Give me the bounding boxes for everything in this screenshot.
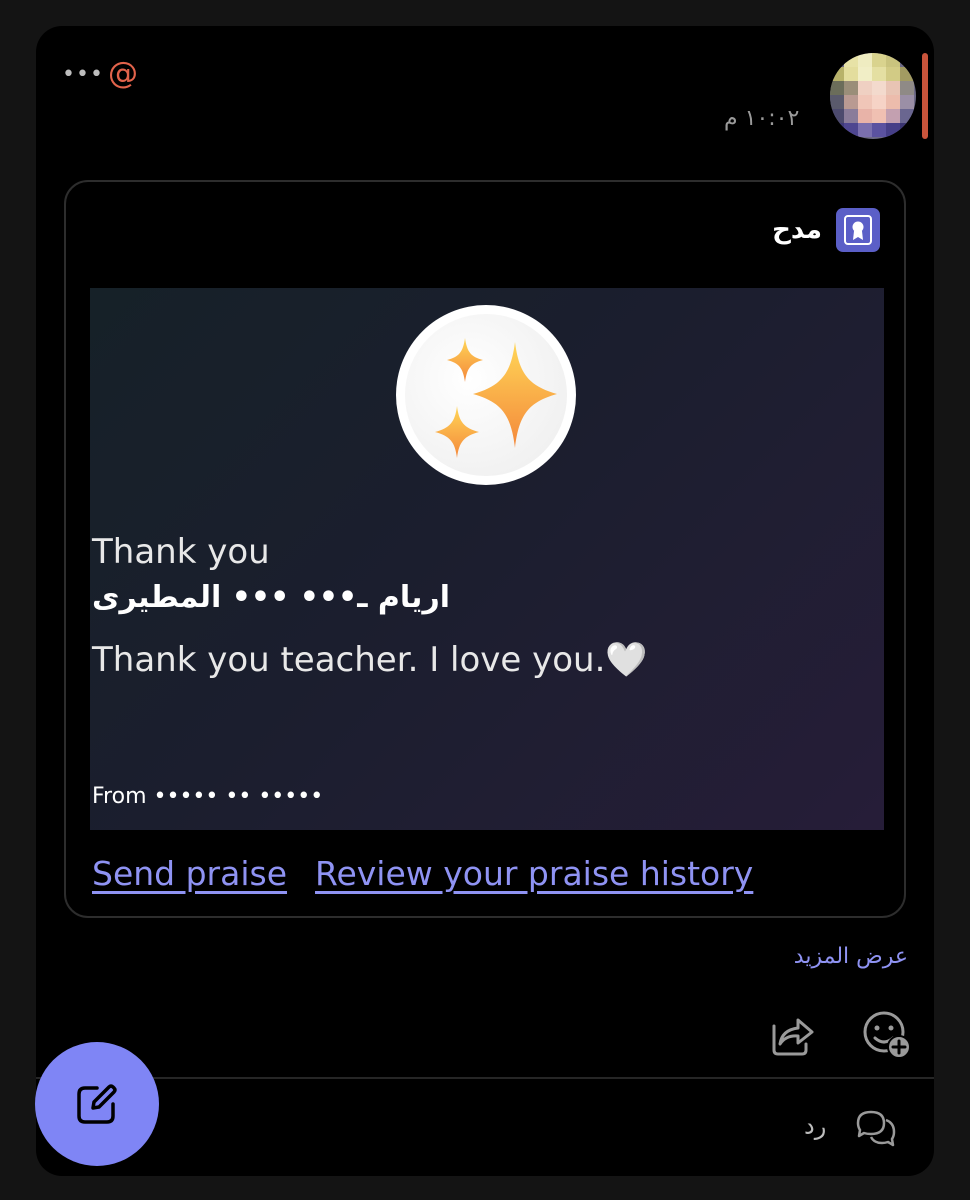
at-mention-icon: @ [108, 56, 138, 91]
share-icon[interactable] [766, 1010, 814, 1058]
unread-indicator [922, 53, 928, 139]
reply-row[interactable]: رد [36, 1082, 934, 1172]
praise-image: Thank you اريام ـ••• ••• المطيرى Thank y… [90, 288, 884, 830]
card-header: مدح [772, 208, 880, 252]
sender-label: From ••••• •• ••••• [92, 784, 324, 809]
review-praise-history-link[interactable]: Review your praise history [315, 854, 753, 893]
card-title: مدح [772, 215, 822, 245]
sparkle-icon [435, 338, 557, 458]
avatar[interactable] [830, 53, 916, 139]
sparkle-badge [396, 305, 576, 485]
chat-screen: ••• @ ١٠:٠٢ م مدح Thank you اريام ـ••• •… [36, 26, 934, 1176]
see-more-link[interactable]: عرض المزيد [794, 944, 908, 969]
recipient-name: اريام ـ••• ••• المطيرى [92, 580, 450, 615]
card-links: Send praise Review your praise history [92, 854, 753, 893]
divider [36, 1077, 934, 1079]
thank-you-label: Thank you [92, 532, 270, 572]
send-praise-link[interactable]: Send praise [92, 854, 287, 893]
reply-label[interactable]: رد [804, 1112, 826, 1140]
compose-icon [77, 1084, 117, 1124]
more-options-icon[interactable]: ••• [62, 62, 104, 87]
message-actions [36, 1010, 934, 1066]
message-header: ••• @ ١٠:٠٢ م [36, 26, 934, 186]
message-timestamp: ١٠:٠٢ م [724, 106, 800, 131]
award-icon [836, 208, 880, 252]
praise-message: Thank you teacher. I love you.🤍 [92, 640, 648, 680]
add-reaction-icon[interactable] [862, 1010, 912, 1060]
chat-bubbles-icon[interactable] [856, 1108, 896, 1148]
praise-card: مدح Thank you اريام ـ••• ••• المطيرى Tha… [64, 180, 906, 918]
compose-button[interactable] [35, 1042, 159, 1166]
